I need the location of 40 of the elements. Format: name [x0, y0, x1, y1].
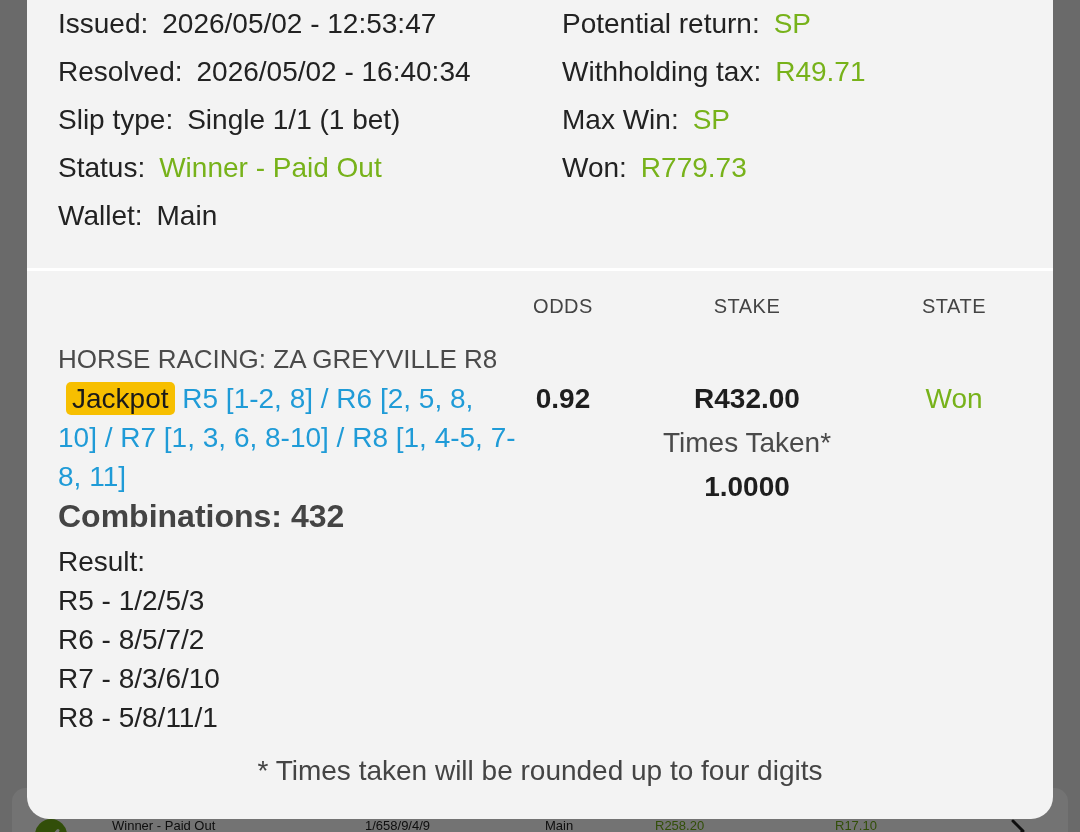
detail-label: Status: — [58, 152, 146, 184]
detail-label: Potential return: — [562, 8, 760, 40]
event-title: HORSE RACING: ZA GREYVILLE R8 — [58, 343, 499, 376]
detail-value: SP — [773, 8, 812, 40]
detail-value: Single 1/1 (1 bet) — [187, 104, 401, 136]
times-taken-value: 1.0000 — [704, 470, 790, 504]
detail-label: Slip type: — [58, 104, 174, 136]
detail-value: 2026/05/02 - 12:53:47 — [162, 8, 437, 40]
stake-amount: R432.00 — [694, 382, 800, 416]
result-line: R5 - 1/2/5/3 — [58, 584, 206, 618]
row-wallet: Main — [545, 819, 575, 832]
detail-label: Max Win: — [562, 104, 679, 136]
bet-state: Won — [925, 382, 983, 416]
column-header: STATE — [921, 294, 987, 318]
detail-value: 2026/05/02 - 16:40:34 — [196, 56, 471, 88]
detail-value: R779.73 — [640, 152, 747, 184]
footnote-text: * Times taken will be rounded up to four digits — [257, 755, 823, 786]
row-amount: R258.20 — [655, 819, 706, 832]
times-taken-label: Times Taken* — [662, 426, 832, 460]
detail-label: Won: — [562, 152, 627, 184]
result-line: R6 - 8/5/7/2 — [58, 623, 206, 657]
detail-label: Withholding tax: — [562, 56, 762, 88]
detail-value: R49.71 — [775, 56, 866, 88]
row-status: Winner - Paid Out — [112, 819, 217, 832]
column-header: ODDS — [532, 294, 594, 318]
detail-label: Resolved: — [58, 56, 183, 88]
detail-label: Issued: — [58, 8, 149, 40]
detail-value: Main — [156, 200, 218, 232]
result-line: R8 - 5/8/11/1 — [58, 701, 219, 735]
detail-label: Wallet: — [58, 200, 143, 232]
combinations-text: Combinations: 432 — [58, 497, 346, 536]
row-amount: R17.10 — [835, 819, 878, 832]
column-header: STAKE — [712, 294, 782, 318]
result-line: R7 - 8/3/6/10 — [58, 662, 221, 696]
result-label: Result: — [58, 545, 147, 579]
detail-value: SP — [692, 104, 731, 136]
detail-value: Winner - Paid Out — [159, 152, 382, 184]
row-slip-id: 1/658/9/4/9 — [365, 819, 432, 832]
odds-value: 0.92 — [535, 382, 591, 416]
bet-selection-text: Jackpot R5 [1-2, 8] / R6 [2, 5, 8, 10] / R7 [1, 3, 6, 8-10] / R8 [1, 4-5, 7-8, 11] — [58, 381, 517, 494]
